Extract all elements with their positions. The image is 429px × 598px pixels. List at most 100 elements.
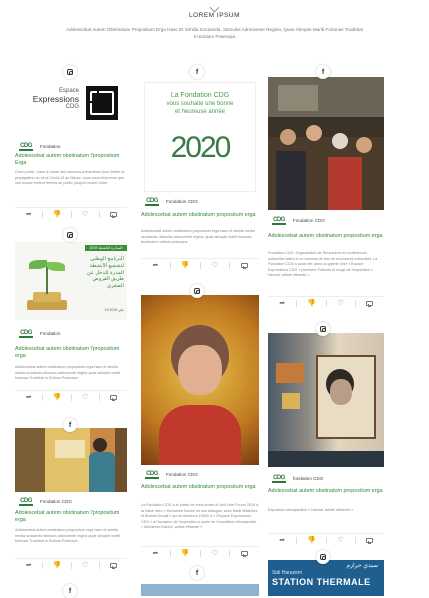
comment-icon[interactable]	[356, 300, 384, 307]
page-title: LOREM IPSUM	[188, 12, 240, 19]
facebook-icon[interactable]: f	[316, 65, 330, 79]
brand-logo-mark	[86, 86, 118, 120]
cdg-logo: CDG	[19, 497, 33, 506]
facebook-icon[interactable]: f	[190, 566, 204, 580]
heart-icon[interactable]: ♡	[72, 393, 99, 401]
post-card[interactable]: Espace Expressions CDG CDG Fondation Ado…	[15, 65, 127, 220]
post-title[interactable]: Adolescebat autem obstinatum l'propositu…	[15, 510, 127, 524]
heart-icon[interactable]: ♡	[72, 210, 99, 218]
post-card[interactable]: f La Fondation CDG vous souhaite une bon…	[141, 65, 259, 280]
author-name: Fondation CDG	[166, 199, 198, 204]
instagram-icon[interactable]	[63, 228, 77, 242]
share-icon[interactable]: ➦	[141, 261, 170, 269]
share-icon[interactable]: ➦	[268, 536, 296, 544]
cdg-logo: CDG	[145, 197, 159, 206]
share-icon[interactable]: ➦	[141, 549, 170, 557]
image-brand-line: Sidi Harazem	[272, 570, 303, 576]
cdg-logo: CDG	[19, 142, 33, 151]
thumbs-down-icon[interactable]: 👎	[297, 536, 325, 544]
post-image[interactable]: Espace Expressions CDG	[15, 80, 127, 138]
comment-icon[interactable]	[230, 550, 259, 557]
post-actions: ➦ 👎 ♡	[15, 558, 127, 571]
thumbs-down-icon[interactable]: 👎	[43, 393, 70, 401]
author-name: Fondation	[40, 144, 61, 149]
post-author[interactable]: CDG Fondation	[18, 141, 60, 152]
instagram-icon[interactable]	[316, 550, 330, 564]
comment-icon[interactable]	[230, 262, 259, 269]
thumbs-down-icon[interactable]: 👎	[171, 549, 200, 557]
comment-icon[interactable]	[100, 562, 127, 569]
post-author[interactable]: CDG Fondation CDG	[18, 496, 72, 507]
post-title[interactable]: Adolescebat autem obstinatum propositum …	[268, 233, 384, 240]
arabic-headline: البرنامج الوطني لتشجيع الأنشطة المدرة لل…	[86, 256, 124, 290]
image-brand-line: STATION THERMALE	[272, 577, 371, 587]
author-name: Fondation	[40, 331, 61, 336]
post-card[interactable]: المبادرة الناشطة 2019 البرنامج الوطني لت…	[15, 228, 127, 408]
post-author[interactable]: CDG Fondation CDG	[271, 215, 325, 226]
instagram-icon[interactable]	[316, 322, 330, 336]
post-author[interactable]: CDG Fondation CDG	[144, 469, 198, 480]
post-excerpt: La Fondation CDG a le plaisir de vous in…	[141, 503, 259, 529]
post-image[interactable]	[141, 295, 259, 465]
post-author[interactable]: CDG Fondation	[18, 328, 60, 339]
post-image[interactable]: سيدي حرازم Sidi Harazem STATION THERMALE	[268, 560, 384, 596]
greeting-line: et heureuse année	[174, 109, 226, 115]
post-title[interactable]: Adolescebat autem obstinatum propositum …	[141, 484, 259, 491]
image-brand-line: Expressions	[32, 94, 79, 104]
post-image[interactable]	[141, 584, 259, 596]
post-actions: ➦ 👎 ♡	[15, 207, 127, 220]
plant-coins-illustration	[19, 256, 77, 314]
heart-icon[interactable]: ♡	[72, 561, 99, 569]
thumbs-down-icon[interactable]: 👎	[43, 561, 70, 569]
instagram-icon[interactable]	[190, 284, 204, 298]
greeting-line: vous souhaite une bonne	[166, 101, 234, 107]
share-icon[interactable]: ➦	[15, 393, 42, 401]
comment-icon[interactable]	[100, 394, 127, 401]
thumbs-down-icon[interactable]: 👎	[43, 210, 70, 218]
page-subtitle: Adolescebat Autem Obstinatum Propositum …	[66, 27, 363, 39]
post-title[interactable]: Adolescebat autem obstinatum l'propositu…	[15, 346, 127, 360]
heart-icon[interactable]: ♡	[327, 536, 355, 544]
post-card[interactable]: سيدي حرازم Sidi Harazem STATION THERMALE	[268, 550, 384, 596]
cdg-logo: CDG	[19, 329, 33, 338]
post-image[interactable]	[268, 77, 384, 210]
heart-icon[interactable]: ♡	[327, 299, 355, 307]
facebook-icon[interactable]: f	[63, 418, 77, 432]
post-author[interactable]: CDG fondation CDG	[271, 473, 323, 484]
post-card[interactable]: CDG Fondation CDG Adolescebat autem obst…	[141, 284, 259, 560]
post-image[interactable]	[268, 333, 384, 467]
image-date: 19 ماي 2019	[104, 308, 124, 312]
post-card[interactable]: f CDG Fondation CDG Adolescebat autem ob…	[15, 418, 127, 576]
heart-icon[interactable]: ♡	[201, 261, 230, 269]
post-excerpt: Exposition rétrospective « Hanndi, artis…	[268, 508, 354, 512]
comment-icon[interactable]	[100, 211, 127, 218]
post-image[interactable]: La Fondation CDG vous souhaite une bonne…	[144, 82, 256, 192]
post-card[interactable]: f CDG Fondation CDG Adolescebat autem ob…	[268, 65, 384, 320]
image-brand-line: CDG	[65, 104, 79, 110]
post-author[interactable]: CDG Fondation CDG	[144, 196, 198, 207]
thumbs-down-icon[interactable]: 👎	[171, 261, 200, 269]
post-actions: ➦ 👎 ♡	[141, 546, 259, 559]
post-excerpt: Adolescebat autem obstinatum propositum …	[141, 229, 255, 244]
cdg-logo: CDG	[272, 216, 286, 225]
image-arabic-line: سيدي حرازم	[346, 563, 378, 569]
post-image[interactable]	[15, 428, 127, 492]
post-card[interactable]: f	[141, 566, 259, 596]
share-icon[interactable]: ➦	[268, 299, 296, 307]
comment-icon[interactable]	[356, 537, 384, 544]
thumbs-down-icon[interactable]: 👎	[297, 299, 325, 307]
chevron-down-icon[interactable]	[209, 2, 220, 13]
facebook-icon[interactable]: f	[190, 65, 204, 79]
post-image[interactable]: المبادرة الناشطة 2019 البرنامج الوطني لت…	[15, 242, 127, 320]
post-card[interactable]: CDG fondation CDG Adolescebat autem obst…	[268, 322, 384, 547]
author-name: fondation CDG	[293, 476, 324, 481]
heart-icon[interactable]: ♡	[201, 549, 230, 557]
share-icon[interactable]: ➦	[15, 561, 42, 569]
share-icon[interactable]: ➦	[15, 210, 42, 218]
post-title[interactable]: Adolescebat autem obstinatum propositum …	[268, 488, 384, 495]
post-excerpt: Chez public. Dans le cadre des mesures p…	[15, 170, 125, 185]
instagram-icon[interactable]	[63, 65, 77, 79]
post-title[interactable]: Adolescebat autem obstinatum propositum …	[141, 212, 259, 219]
page-header: LOREM IPSUM Adolescebat Autem Obstinatum…	[0, 0, 429, 60]
post-title[interactable]: Adolescebat autem obstinatum l'propositu…	[15, 153, 127, 167]
